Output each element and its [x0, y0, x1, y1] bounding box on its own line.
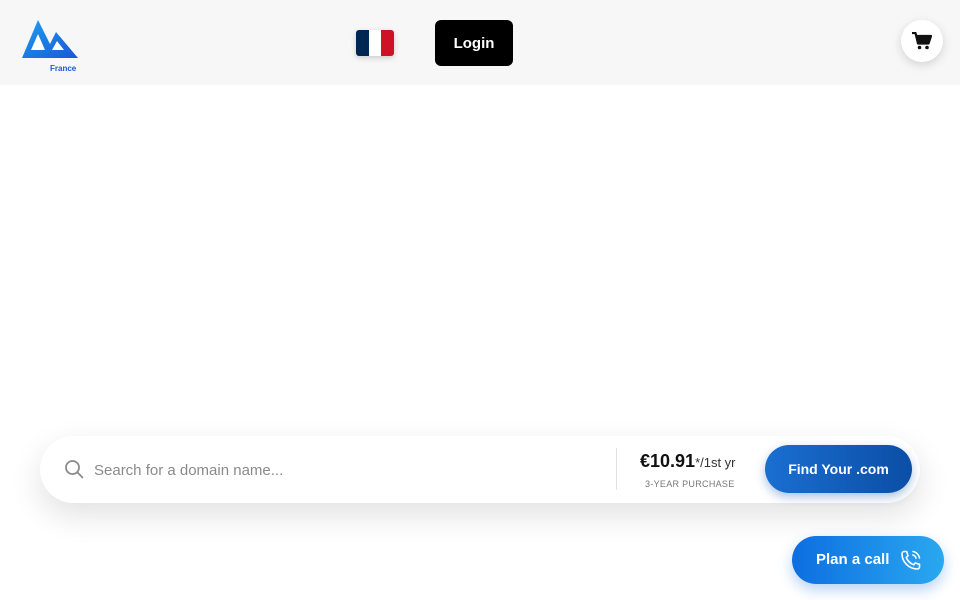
logo-icon: [22, 20, 78, 58]
price-suffix: */1st yr: [695, 455, 736, 470]
price-label: €10.91*/1st yr: [640, 451, 736, 472]
price-value: €10.91: [640, 451, 696, 471]
header: France Login: [0, 0, 960, 85]
domain-search-input[interactable]: [94, 454, 594, 486]
price-note: 3-YEAR PURCHASE: [645, 479, 735, 489]
divider: [616, 448, 617, 490]
cart-button[interactable]: [901, 20, 943, 62]
search-icon: [65, 460, 84, 479]
login-button[interactable]: Login: [435, 20, 513, 66]
find-domain-button[interactable]: Find Your .com: [765, 445, 912, 493]
plan-call-label: Plan a call: [816, 551, 890, 568]
logo[interactable]: France: [20, 16, 82, 74]
cart-icon: [912, 32, 932, 50]
france-flag-icon[interactable]: [356, 30, 394, 56]
phone-icon: [901, 550, 921, 570]
plan-call-button[interactable]: Plan a call: [792, 536, 944, 584]
logo-region-label: France: [50, 64, 77, 73]
domain-search-bar: €10.91*/1st yr 3-YEAR PURCHASE Find Your…: [40, 436, 920, 503]
